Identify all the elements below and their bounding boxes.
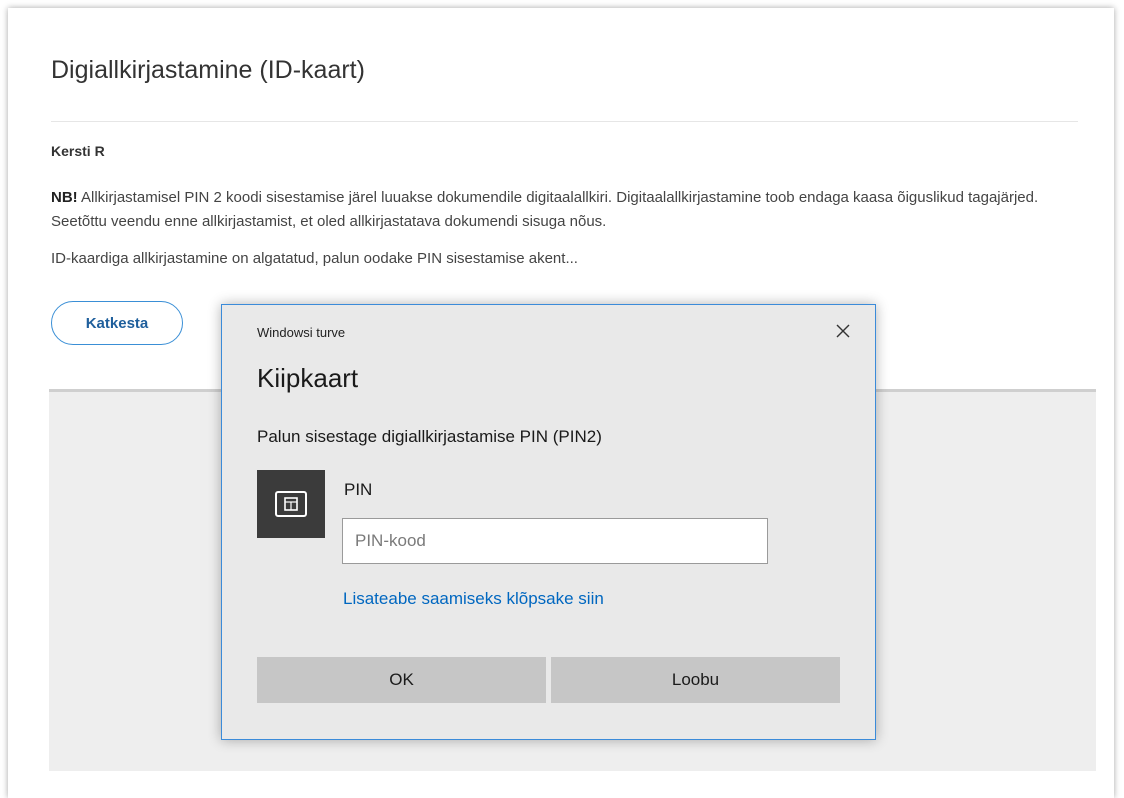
pin-prompt-message: Palun sisestage digiallkirjastamise PIN … xyxy=(257,427,602,446)
signing-status-text: ID-kaardiga allkirjastamine on algatatud… xyxy=(51,250,578,267)
ok-button[interactable]: OK xyxy=(257,657,546,703)
close-icon[interactable] xyxy=(828,316,858,346)
title-divider xyxy=(51,121,1078,122)
page-title: Digiallkirjastamine (ID-kaart) xyxy=(51,56,365,84)
windows-security-dialog: Windowsi turve Kiipkaart Palun sisestage… xyxy=(221,304,876,740)
cancel-signing-button[interactable]: Katkesta xyxy=(51,301,183,345)
dialog-caption: Windowsi turve xyxy=(257,325,346,340)
cancel-button[interactable]: Loobu xyxy=(551,657,840,703)
pin-label: PIN xyxy=(344,480,373,499)
pin-input[interactable] xyxy=(342,518,768,564)
dialog-title: Kiipkaart xyxy=(257,363,359,393)
legal-notice: NB! Allkirjastamisel PIN 2 koodi sisesta… xyxy=(51,186,1091,234)
signer-name: Kersti R xyxy=(51,143,105,159)
notice-prefix: NB! xyxy=(51,189,78,206)
more-info-link[interactable]: Lisateabe saamiseks klõpsake siin xyxy=(343,589,604,609)
smartcard-icon xyxy=(257,470,325,538)
notice-text: Allkirjastamisel PIN 2 koodi sisestamise… xyxy=(51,189,1039,230)
